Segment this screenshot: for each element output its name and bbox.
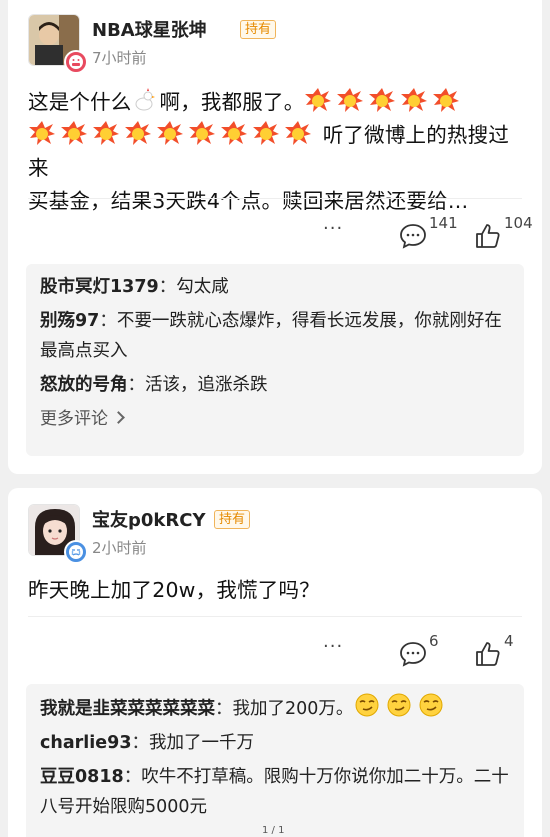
angry-explode-emoji-icon xyxy=(188,120,216,146)
comment-text: 活该，追涨杀跌 xyxy=(145,375,268,395)
comment-sep: ： xyxy=(215,699,233,719)
comment-item[interactable]: 别殇97：不要一跌就心态爆炸，得看长远发展，你就刚好在最高点买入 xyxy=(40,306,510,366)
post-card-1: NBA球星张坤 持有 7小时前 这是个什么 啊，我都服了。 听了微博上的热搜过来 … xyxy=(8,0,542,474)
divider xyxy=(28,616,522,617)
chicken-emoji-icon xyxy=(132,87,156,113)
comment-user[interactable]: charlie93 xyxy=(40,733,132,753)
angry-explode-emoji-icon xyxy=(124,120,152,146)
post-text: 昨天晚上加了20w，我慌了吗？ xyxy=(28,578,320,602)
more-comments-label: 更多评论 xyxy=(40,409,108,429)
post-text-part[interactable]: 买基金，结果3天跌4个点。赎回来居然还要给… xyxy=(28,189,468,213)
post-header: 宝友p0kRCY 持有 2小时前 xyxy=(28,504,488,564)
angry-explode-emoji-icon xyxy=(400,87,428,113)
comment-icon[interactable] xyxy=(399,222,427,250)
grin-face-icon xyxy=(64,50,88,74)
comment-count: 6 xyxy=(429,632,439,650)
comment-count: 141 xyxy=(429,214,458,232)
comment-user[interactable]: 豆豆0818 xyxy=(40,767,124,787)
comment-sep: ： xyxy=(158,277,177,297)
comment-item[interactable]: 豆豆0818：吹牛不打草稿。限购十万你说你加二十万。二十八号开始限购5000元 xyxy=(40,762,510,822)
like-count: 4 xyxy=(504,632,514,650)
smirk-emoji-icon xyxy=(353,692,381,718)
comment-user[interactable]: 股市冥灯1379 xyxy=(40,277,159,297)
post-time: 2小时前 xyxy=(92,539,147,557)
more-comments-link[interactable]: 更多评论 xyxy=(40,404,510,434)
like-icon[interactable] xyxy=(474,640,502,668)
angry-explode-emoji-icon xyxy=(432,87,460,113)
more-options-button[interactable]: ··· xyxy=(323,636,343,657)
comment-text: 我加了200万。 xyxy=(232,699,354,719)
angry-explode-emoji-icon xyxy=(252,120,280,146)
comment-sep: ： xyxy=(131,733,150,753)
post-time: 7小时前 xyxy=(92,49,147,67)
angry-explode-emoji-icon xyxy=(156,120,184,146)
chevron-right-icon xyxy=(112,411,125,424)
comment-user[interactable]: 怒放的号角 xyxy=(40,375,128,395)
like-count: 104 xyxy=(504,214,533,232)
angry-explode-emoji-icon xyxy=(336,87,364,113)
comment-icon[interactable] xyxy=(399,640,427,668)
comment-item[interactable]: charlie93：我加了一千万 xyxy=(40,728,510,758)
comment-item[interactable]: 怒放的号角：活该，追涨杀跌 xyxy=(40,370,510,400)
comment-item[interactable]: 股市冥灯1379：勾太咸 xyxy=(40,272,510,302)
post-header: NBA球星张坤 持有 7小时前 xyxy=(28,14,488,74)
comment-sep: ： xyxy=(99,311,117,331)
comment-item[interactable]: 我就是韭菜菜菜菜菜菜：我加了200万。 xyxy=(40,692,510,724)
comment-sep: ： xyxy=(123,767,142,787)
comment-text: 勾太咸 xyxy=(176,277,229,297)
post-actions: ··· 141 104 xyxy=(8,214,542,252)
angry-explode-emoji-icon xyxy=(284,120,312,146)
angry-explode-emoji-icon xyxy=(60,120,88,146)
post-text-part: 这是个什么 xyxy=(28,90,132,114)
divider xyxy=(28,198,522,199)
username[interactable]: 宝友p0kRCY xyxy=(92,506,205,532)
comment-list: 我就是韭菜菜菜菜菜菜：我加了200万。 charlie93：我加了一千万 豆豆0… xyxy=(26,684,524,837)
crying-face-icon xyxy=(64,540,88,564)
post-text-part: 啊，我都服了。 xyxy=(159,90,305,114)
holding-tag: 持有 xyxy=(214,510,251,529)
more-options-button[interactable]: ··· xyxy=(323,218,343,239)
post-card-2: 宝友p0kRCY 持有 2小时前 昨天晚上加了20w，我慌了吗？ ··· 6 4… xyxy=(8,488,542,837)
holding-tag: 持有 xyxy=(240,20,277,39)
comment-user[interactable]: 别殇97 xyxy=(40,311,99,331)
comment-text: 我加了一千万 xyxy=(149,733,254,753)
like-icon[interactable] xyxy=(474,222,502,250)
page-indicator: 1 / 1 xyxy=(262,825,285,836)
angry-explode-emoji-icon xyxy=(28,120,56,146)
smirk-emoji-icon xyxy=(417,692,445,718)
angry-explode-emoji-icon xyxy=(304,87,332,113)
username[interactable]: NBA球星张坤 xyxy=(92,16,207,42)
angry-explode-emoji-icon xyxy=(220,120,248,146)
smirk-emoji-icon xyxy=(385,692,413,718)
comment-user[interactable]: 我就是韭菜菜菜菜菜菜 xyxy=(40,699,215,719)
comment-list: 股市冥灯1379：勾太咸 别殇97：不要一跌就心态爆炸，得看长远发展，你就刚好在… xyxy=(26,264,524,456)
comment-sep: ： xyxy=(127,375,146,395)
post-actions: ··· 6 4 xyxy=(8,632,542,670)
angry-explode-emoji-icon xyxy=(368,87,396,113)
angry-explode-emoji-icon xyxy=(92,120,120,146)
